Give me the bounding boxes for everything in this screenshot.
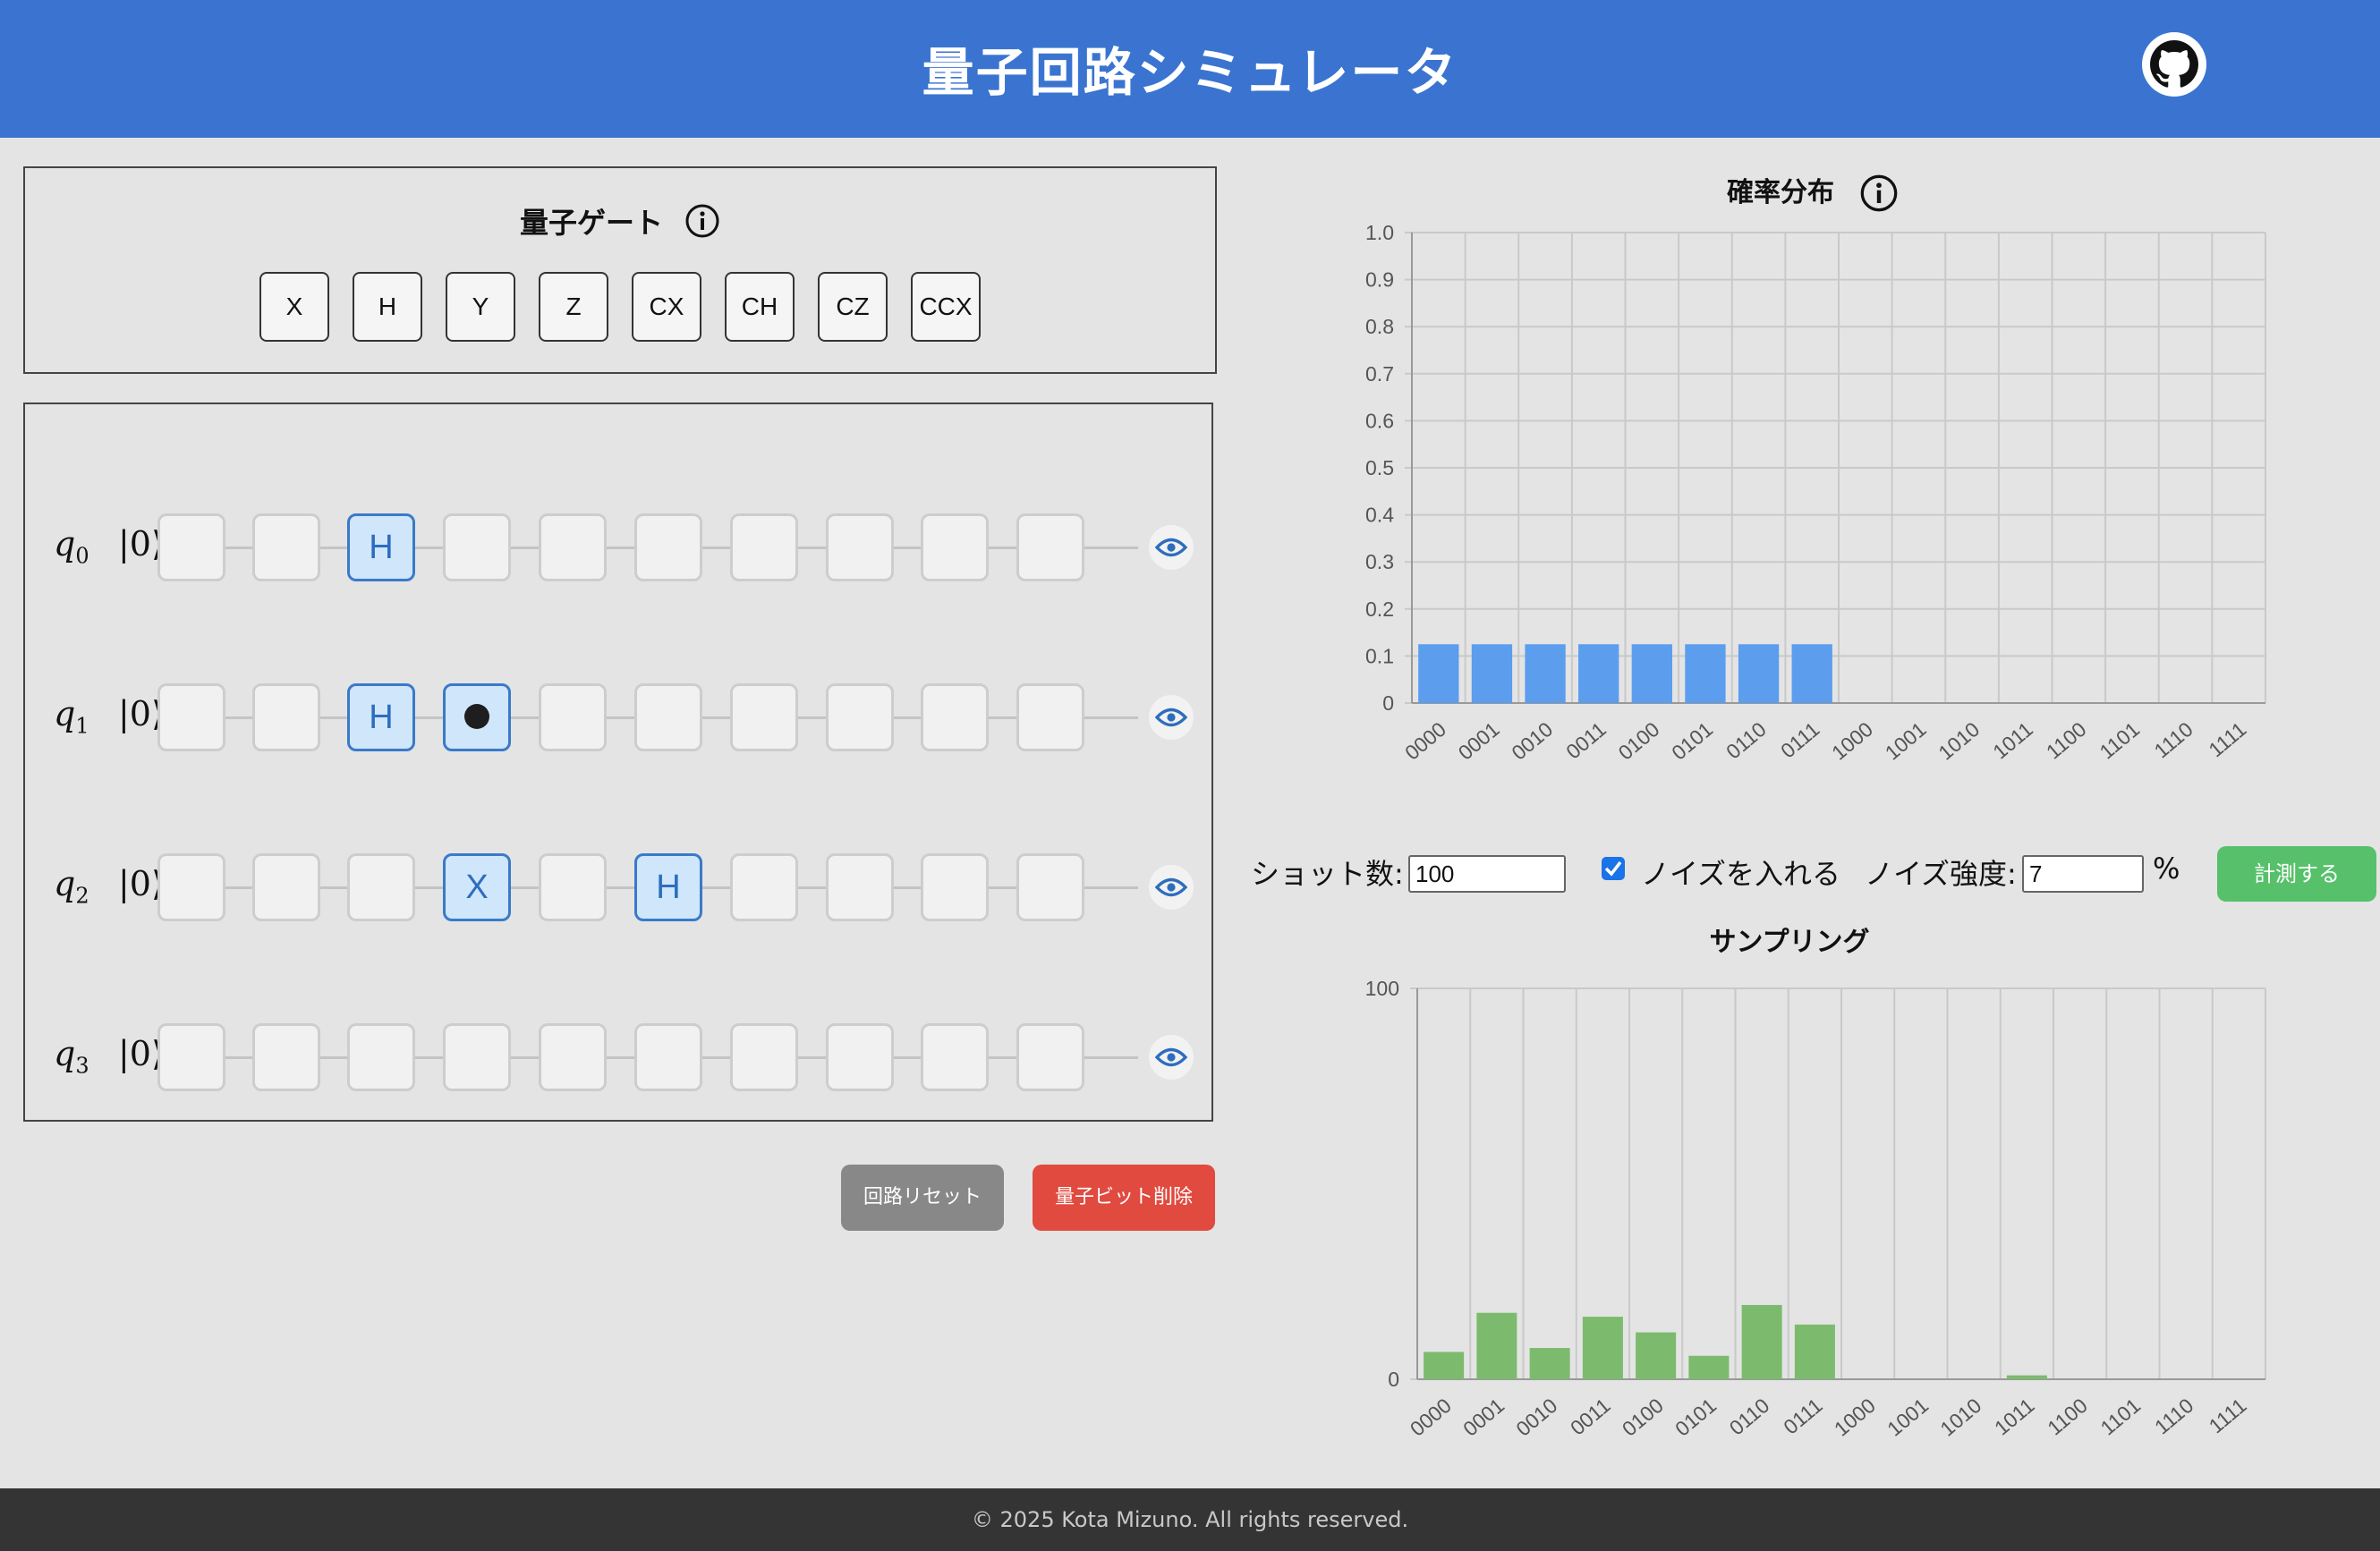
y-tick-label: 100 — [1365, 977, 1399, 1000]
x-tick-label: 1011 — [1990, 1394, 2039, 1440]
x-tick-label: 1100 — [2043, 1394, 2092, 1440]
bar — [1688, 1355, 1730, 1379]
x-tick-label: 0010 — [1511, 1394, 1561, 1441]
bar — [1476, 1312, 1517, 1379]
x-tick-label: 1111 — [2205, 1394, 2251, 1438]
bar — [1529, 1348, 1570, 1379]
bar — [1794, 1324, 1835, 1379]
bar — [1424, 1352, 1465, 1379]
copyright-text: © 2025 Kota Mizuno. All rights reserved. — [971, 1507, 1409, 1532]
x-tick-label: 0111 — [1779, 1394, 1826, 1439]
x-tick-label: 1101 — [2095, 1394, 2145, 1440]
x-tick-label: 1000 — [1830, 1394, 1880, 1441]
x-tick-label: 1001 — [1883, 1394, 1933, 1441]
footer: © 2025 Kota Mizuno. All rights reserved. — [0, 1488, 2380, 1551]
x-tick-label: 0101 — [1670, 1394, 1721, 1441]
y-tick-label: 0 — [1388, 1368, 1399, 1391]
bar — [2006, 1375, 2047, 1379]
x-tick-label: 0000 — [1406, 1394, 1456, 1441]
bar — [1741, 1304, 1782, 1379]
x-tick-label: 0110 — [1725, 1394, 1774, 1440]
x-tick-label: 0100 — [1618, 1394, 1668, 1441]
sampling-chart: 01000000 0001 0010 0011 0100 0101 0110 0111 1000… — [1365, 977, 2266, 1441]
bar — [1582, 1317, 1623, 1379]
bar — [1636, 1332, 1677, 1379]
x-tick-label: 1110 — [2150, 1394, 2197, 1439]
x-tick-label: 1010 — [1935, 1394, 1985, 1441]
x-tick-label: 0001 — [1458, 1394, 1509, 1441]
x-tick-label: 0011 — [1566, 1394, 1615, 1440]
